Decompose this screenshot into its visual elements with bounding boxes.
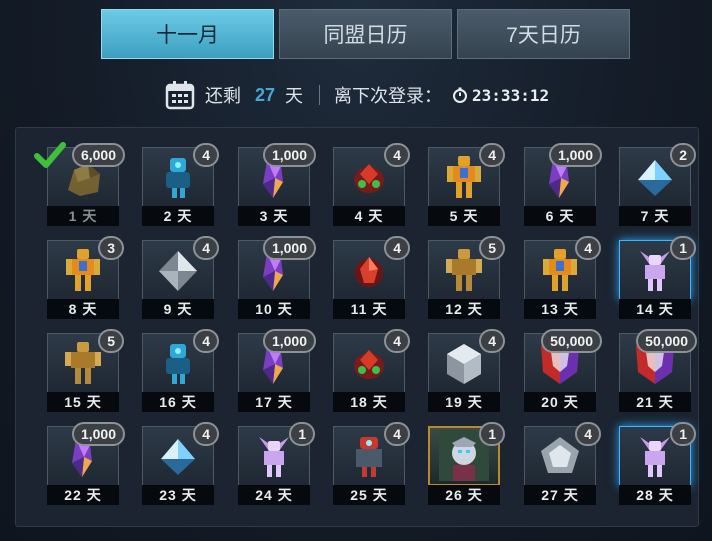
day-label: 20 天	[524, 392, 596, 412]
quantity-badge: 1	[670, 236, 696, 260]
reward-cell[interactable]: 16 天 4	[142, 329, 219, 412]
reward-cell[interactable]: 15 天 5	[47, 329, 124, 412]
day-label: 25 天	[333, 485, 405, 505]
remaining-days-value: 27	[255, 84, 276, 105]
next-login-label: 离下次登录：	[334, 86, 443, 106]
quantity-badge: 4	[193, 329, 219, 353]
day-label: 5 天	[428, 206, 500, 226]
stopwatch-icon	[453, 87, 468, 103]
day-label: 7 天	[619, 206, 691, 226]
day-label: 3 天	[238, 206, 310, 226]
day-label: 16 天	[142, 392, 214, 412]
day-label: 17 天	[238, 392, 310, 412]
quantity-badge: 1,000	[71, 422, 125, 446]
tab-alliance-calendar[interactable]: 同盟日历	[279, 9, 452, 59]
reward-cell[interactable]: 27 天 4	[524, 422, 601, 505]
quantity-badge: 4	[384, 422, 410, 446]
quantity-badge: 3	[98, 236, 124, 260]
day-label: 24 天	[238, 485, 310, 505]
reward-cell[interactable]: 2 天 4	[142, 143, 219, 226]
day-label: 11 天	[333, 299, 405, 319]
quantity-badge: 1	[670, 422, 696, 446]
login-info-bar: 还剩 27 天 离下次登录： 23:33:12	[165, 79, 549, 111]
reward-cell[interactable]: 22 天 1,000	[47, 422, 125, 505]
day-label: 23 天	[142, 485, 214, 505]
day-label: 2 天	[142, 206, 214, 226]
day-label: 14 天	[619, 299, 691, 319]
reward-cell[interactable]: 28 天 1	[619, 422, 696, 505]
day-label: 28 天	[619, 485, 691, 505]
reward-cell[interactable]: 13 天 4	[524, 236, 601, 319]
remaining-days-unit: 天	[285, 86, 304, 106]
quantity-badge: 5	[98, 329, 124, 353]
day-label: 8 天	[47, 299, 119, 319]
reward-cell[interactable]: 17 天 1,000	[238, 329, 316, 412]
quantity-badge: 6,000	[71, 143, 125, 167]
reward-cell[interactable]: 6 天 1,000	[524, 143, 602, 226]
next-login-countdown: 23:33:12	[472, 85, 550, 105]
reward-calendar-grid: 1 天 6,000 2 天 4 3 天 1,000 4 天 4 5 天 4 6 天 1,000 7 天 2…	[15, 127, 699, 527]
day-label: 9 天	[142, 299, 214, 319]
quantity-badge: 1,000	[262, 143, 316, 167]
quantity-badge: 4	[384, 236, 410, 260]
reward-cell[interactable]: 14 天 1	[619, 236, 696, 319]
quantity-badge: 1	[479, 422, 505, 446]
reward-cell[interactable]: 1 天 6,000	[34, 142, 125, 226]
quantity-badge: 4	[479, 329, 505, 353]
day-label: 4 天	[333, 206, 405, 226]
quantity-badge: 1,000	[262, 329, 316, 353]
reward-cell[interactable]: 10 天 1,000	[238, 236, 316, 319]
day-label: 18 天	[333, 392, 405, 412]
reward-cell[interactable]: 7 天 2	[619, 143, 696, 226]
reward-cell[interactable]: 26 天 1	[428, 422, 505, 505]
reward-cell[interactable]: 19 天 4	[428, 329, 505, 412]
day-label: 10 天	[238, 299, 310, 319]
reward-cell[interactable]: 3 天 1,000	[238, 143, 316, 226]
tab-november[interactable]: 十一月	[101, 9, 274, 59]
reward-cell[interactable]: 11 天 4	[333, 236, 410, 319]
day-label: 27 天	[524, 485, 596, 505]
day-label: 19 天	[428, 392, 500, 412]
quantity-badge: 4	[193, 143, 219, 167]
quantity-badge: 50,000	[541, 329, 602, 353]
day-label: 6 天	[524, 206, 596, 226]
quantity-badge: 1,000	[262, 236, 316, 260]
quantity-badge: 4	[575, 422, 601, 446]
quantity-badge: 4	[384, 329, 410, 353]
reward-cell[interactable]: 8 天 3	[47, 236, 124, 319]
reward-cell[interactable]: 23 天 4	[142, 422, 219, 505]
reward-cell[interactable]: 21 天 50,000	[619, 329, 697, 412]
quantity-badge: 4	[384, 143, 410, 167]
reward-cell[interactable]: 20 天 50,000	[524, 329, 602, 412]
day-label: 13 天	[524, 299, 596, 319]
reward-cell[interactable]: 18 天 4	[333, 329, 410, 412]
quantity-badge: 4	[193, 236, 219, 260]
reward-cell[interactable]: 25 天 4	[333, 422, 410, 505]
quantity-badge: 4	[479, 143, 505, 167]
quantity-badge: 2	[670, 143, 696, 167]
reward-cell[interactable]: 12 天 5	[428, 236, 505, 319]
tab-bar: 十一月 同盟日历 7天日历	[101, 9, 630, 59]
reward-cell[interactable]: 5 天 4	[428, 143, 505, 226]
day-label: 1 天	[47, 206, 119, 226]
reward-cell[interactable]: 4 天 4	[333, 143, 410, 226]
quantity-badge: 4	[193, 422, 219, 446]
reward-cell[interactable]: 9 天 4	[142, 236, 219, 319]
info-divider	[319, 85, 321, 105]
day-label: 22 天	[47, 485, 119, 505]
quantity-badge: 1,000	[548, 143, 602, 167]
claimed-check-icon	[34, 142, 66, 168]
calendar-icon	[165, 81, 195, 110]
quantity-badge: 1	[289, 422, 315, 446]
day-label: 21 天	[619, 392, 691, 412]
quantity-badge: 50,000	[636, 329, 697, 353]
remaining-label: 还剩	[205, 86, 241, 106]
quantity-badge: 5	[479, 236, 505, 260]
day-label: 26 天	[428, 485, 500, 505]
reward-cell[interactable]: 24 天 1	[238, 422, 315, 505]
tab-7-day-calendar[interactable]: 7天日历	[457, 9, 630, 59]
day-label: 15 天	[47, 392, 119, 412]
day-label: 12 天	[428, 299, 500, 319]
quantity-badge: 4	[575, 236, 601, 260]
